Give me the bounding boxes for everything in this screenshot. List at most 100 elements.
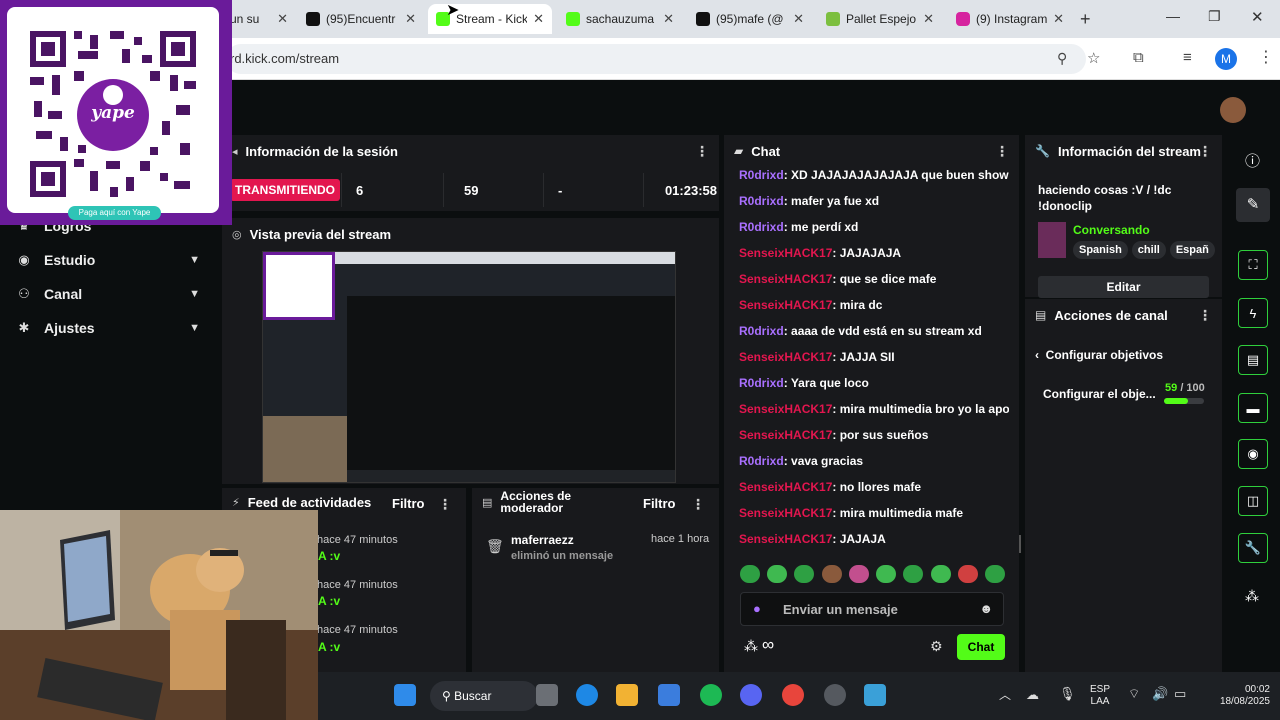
points-icon[interactable]: ⁂ [744,638,758,655]
goal-label[interactable]: Configurar el obje... [1043,387,1156,401]
kebab-menu-icon[interactable]: ⋮ [1198,143,1212,160]
emoji-icon[interactable]: ☻ [979,601,993,616]
sidebar-item-estudio[interactable]: ◉ Estudio ▼ [16,252,200,268]
edge-icon[interactable] [576,684,598,706]
bookmark-star-icon[interactable]: ☆ [1087,49,1100,67]
kebab-menu-icon[interactable]: ⋮ [691,496,705,513]
browser-tab[interactable]: Pallet Espejo ✕ [818,4,942,34]
chat-username[interactable]: R0drixd [739,168,784,182]
chat-username[interactable]: SenseixHACK17 [739,480,832,494]
stream-preview-video[interactable] [262,251,676,483]
tag[interactable]: chill [1131,241,1166,259]
file-explorer-icon[interactable] [616,684,638,706]
chat-icon[interactable]: ▬ [1238,393,1268,423]
emote[interactable] [903,565,924,583]
chat-username[interactable]: SenseixHACK17 [739,506,832,520]
tag[interactable]: Españ [1169,241,1215,259]
emote[interactable] [767,565,788,583]
sidebar-item-ajustes[interactable]: ✱ Ajustes ▼ [16,320,200,336]
chat-username[interactable]: SenseixHACK17 [739,428,832,442]
volume-icon[interactable]: 🔊 [1152,686,1168,702]
store-icon[interactable] [658,684,680,706]
edit-button[interactable]: Editar [1038,276,1209,298]
close-tab-icon[interactable]: ✕ [793,11,804,27]
layout-icon[interactable]: ◫ [1238,486,1268,516]
microphone-icon[interactable]: 🎙 [1059,686,1076,702]
chat-username[interactable]: R0drixd [739,454,784,468]
info-icon[interactable]: ⓘ [1245,150,1260,171]
discord-icon[interactable] [740,684,762,706]
zoom-icon[interactable]: ⚲ [1057,50,1067,67]
browser-tab[interactable]: (95)mafe (@ ✕ [688,4,812,34]
extensions-icon[interactable]: ⧉ [1133,49,1144,66]
filter-button[interactable]: Filtro [643,496,676,511]
emote[interactable] [794,565,815,583]
chat-username[interactable]: SenseixHACK17 [739,350,832,364]
kebab-menu-icon[interactable]: ⋮ [695,143,709,160]
close-tab-icon[interactable]: ✕ [1053,11,1064,27]
chat-input[interactable]: ● Enviar un mensaje ☻ [740,592,1004,626]
browser-menu-icon[interactable]: ⋮ [1258,47,1274,67]
chat-username[interactable]: R0drixd [739,376,784,390]
back-to-goals[interactable]: ‹ Configurar objetivos [1035,348,1163,362]
browser-tab[interactable]: (9) Instagram ✕ [948,4,1072,34]
close-tab-icon[interactable]: ✕ [533,11,544,27]
taskbar-search[interactable]: ⚲ Buscar [430,681,538,711]
chat-username[interactable]: R0drixd [739,220,784,234]
media-control-icon[interactable]: ≡ [1183,49,1192,66]
emote[interactable] [821,565,842,583]
emote[interactable] [930,565,951,583]
filter-button[interactable]: Filtro [392,496,425,511]
category-link[interactable]: Conversando [1073,223,1150,237]
clock[interactable]: 00:02 18/08/2025 [1198,684,1270,708]
language-indicator[interactable]: ESP LAA [1090,684,1110,708]
restore-icon[interactable]: ❐ [1208,8,1221,25]
task-view-icon[interactable] [536,684,558,706]
wrench-icon[interactable]: 🔧 [1238,533,1268,563]
kebab-menu-icon[interactable]: ⋮ [1198,307,1212,324]
chat-settings-icon[interactable]: ⚙ [930,638,943,655]
browser-tab[interactable]: sachauzuma ✕ [558,4,682,34]
chat-username[interactable]: SenseixHACK17 [739,402,832,416]
chat-scrollbar[interactable] [1019,535,1021,553]
minimize-icon[interactable]: — [1166,8,1180,24]
close-window-icon[interactable]: ✕ [1251,8,1264,26]
chevron-up-icon[interactable]: ︿ [999,686,1011,703]
sidebar-item-canal[interactable]: ⚇ Canal ▼ [16,286,200,302]
notes-icon[interactable]: ▤ [1238,345,1268,375]
kebab-menu-icon[interactable]: ⋮ [438,496,452,513]
emote[interactable] [848,565,869,583]
url-field[interactable]: rd.kick.com/stream [226,44,1086,74]
new-tab-icon[interactable]: + [1080,9,1091,30]
spotify-icon[interactable] [700,684,722,706]
chrome-icon[interactable] [782,684,804,706]
community-icon[interactable]: ⁂ [1245,588,1259,605]
chat-username[interactable]: SenseixHACK17 [739,246,832,260]
scan-icon[interactable]: ⛶ [1238,250,1268,280]
cloud-icon[interactable]: ☁ [1026,687,1039,703]
emote[interactable] [876,565,897,583]
profile-avatar[interactable]: M [1215,48,1237,70]
chat-username[interactable]: R0drixd [739,324,784,338]
close-tab-icon[interactable]: ✕ [663,11,674,27]
emote[interactable] [957,565,978,583]
chat-username[interactable]: SenseixHACK17 [739,532,832,546]
chat-username[interactable]: SenseixHACK17 [739,272,832,286]
photos-icon[interactable] [864,684,886,706]
edit-pencil-icon[interactable]: ✎ [1236,188,1270,222]
windows-start-icon[interactable] [394,684,416,706]
close-tab-icon[interactable]: ✕ [277,11,288,27]
microphone-icon[interactable]: ● [753,601,761,616]
obs-icon[interactable] [824,684,846,706]
broadcast-icon[interactable]: ◉ [1238,439,1268,469]
wifi-icon[interactable]: ⌔ [1128,686,1140,702]
close-tab-icon[interactable]: ✕ [405,11,416,27]
chat-username[interactable]: R0drixd [739,194,784,208]
browser-tab[interactable]: (95)Encuentr ✕ [298,4,424,34]
chat-send-button[interactable]: Chat [957,634,1005,660]
mod-action-user[interactable]: maferraezz [511,533,574,547]
lightning-icon[interactable]: ϟ [1238,298,1268,328]
chat-username[interactable]: SenseixHACK17 [739,298,832,312]
user-avatar[interactable] [1220,97,1246,123]
tag[interactable]: Spanish [1073,241,1128,259]
